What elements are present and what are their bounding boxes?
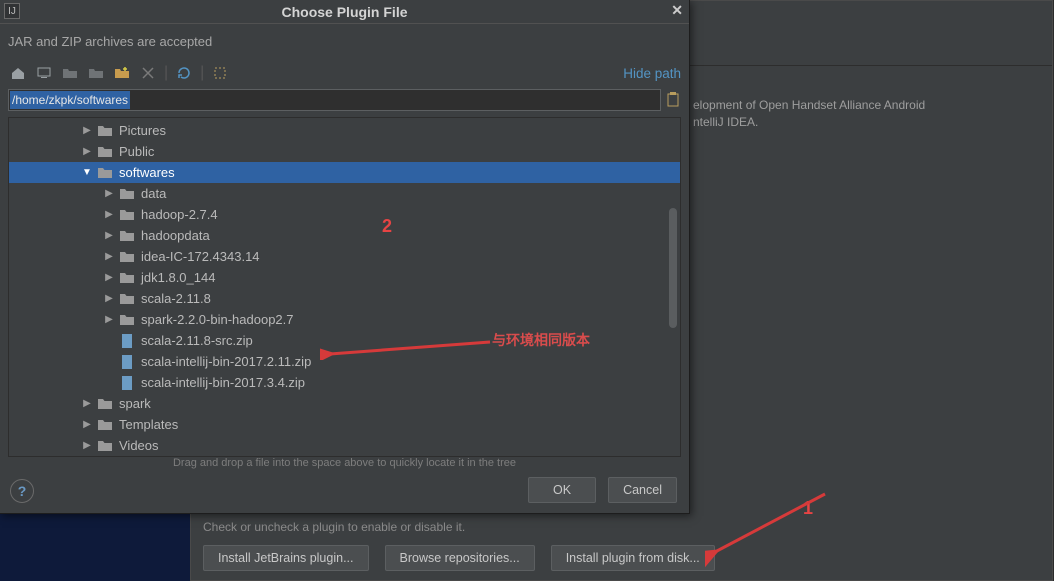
dialog-title-text: Choose Plugin File [281, 4, 407, 20]
tree-folder[interactable]: ▶ idea-IC-172.4343.14 [9, 246, 680, 267]
tree-folder[interactable]: ▼ softwares [9, 162, 680, 183]
folder-icon [119, 270, 135, 286]
app-icon: IJ [4, 3, 20, 19]
tree-folder[interactable]: ▶ Videos [9, 435, 680, 456]
path-input-value: /home/zkpk/softwares [10, 91, 130, 109]
choose-plugin-file-dialog: IJ Choose Plugin File ✕ JAR and ZIP arch… [0, 0, 690, 514]
module-icon[interactable] [86, 63, 106, 83]
tree-item-label: spark-2.2.0-bin-hadoop2.7 [141, 312, 294, 327]
new-folder-icon[interactable] [112, 63, 132, 83]
folder-icon [119, 312, 135, 328]
tree-item-label: Public [119, 144, 154, 159]
archive-icon [119, 375, 135, 391]
tree-item-label: Pictures [119, 123, 166, 138]
folder-icon [119, 249, 135, 265]
background-panel-bottom [0, 514, 190, 581]
chevron-right-icon[interactable]: ▶ [103, 209, 115, 220]
tree-folder[interactable]: ▶ Templates [9, 414, 680, 435]
chevron-right-icon[interactable]: ▶ [81, 146, 93, 157]
tree-scrollbar[interactable] [669, 208, 677, 328]
home-icon[interactable] [8, 63, 28, 83]
close-icon[interactable]: ✕ [671, 2, 683, 19]
tree-item-label: data [141, 186, 166, 201]
chevron-right-icon[interactable]: ▶ [103, 293, 115, 304]
folder-icon [97, 438, 113, 454]
chevron-right-icon[interactable]: ▶ [81, 419, 93, 430]
chevron-right-icon[interactable]: ▶ [81, 440, 93, 451]
tree-folder[interactable]: ▶ jdk1.8.0_144 [9, 267, 680, 288]
tree-folder[interactable]: ▶ data [9, 183, 680, 204]
settings-description: elopment of Open Handset Alliance Androi… [693, 97, 1032, 131]
chevron-right-icon[interactable]: ▶ [103, 230, 115, 241]
tree-item-label: Videos [119, 438, 159, 453]
tree-item-label: softwares [119, 165, 175, 180]
toolbar-separator: | [164, 64, 168, 82]
tree-item-label: hadoopdata [141, 228, 210, 243]
tree-folder[interactable]: ▶ spark-2.2.0-bin-hadoop2.7 [9, 309, 680, 330]
project-icon[interactable] [60, 63, 80, 83]
tree-item-label: Templates [119, 417, 178, 432]
tree-item-label: scala-2.11.8 [141, 291, 211, 306]
path-input[interactable]: /home/zkpk/softwares [8, 89, 661, 111]
tree-item-label: idea-IC-172.4343.14 [141, 249, 260, 264]
folder-icon [119, 228, 135, 244]
install-jetbrains-plugin-button[interactable]: Install JetBrains plugin... [203, 545, 369, 571]
tree-item-label: spark [119, 396, 151, 411]
folder-icon [119, 186, 135, 202]
tree-file[interactable]: scala-intellij-bin-2017.2.11.zip [9, 351, 680, 372]
chevron-down-icon[interactable]: ▼ [81, 167, 93, 178]
chevron-right-icon[interactable]: ▶ [81, 398, 93, 409]
folder-icon [97, 417, 113, 433]
install-plugin-from-disk-button[interactable]: Install plugin from disk... [551, 545, 715, 571]
tree-folder[interactable]: ▶ Pictures [9, 120, 680, 141]
folder-icon [97, 165, 113, 181]
chevron-right-icon[interactable]: ▶ [103, 272, 115, 283]
tree-item-label: scala-2.11.8-src.zip [141, 333, 253, 348]
chevron-right-icon[interactable]: ▶ [103, 251, 115, 262]
drag-hint-text: Drag and drop a file into the space abov… [0, 457, 689, 469]
tree-folder[interactable]: ▶ hadoop-2.7.4 [9, 204, 680, 225]
chevron-right-icon[interactable]: ▶ [81, 125, 93, 136]
file-tree[interactable]: ▶ Pictures ▶ Public ▼ softwares ▶ data ▶ hadoop-2… [8, 117, 681, 457]
cancel-button[interactable]: Cancel [608, 477, 677, 503]
archive-icon [119, 333, 135, 349]
tree-item-label: scala-intellij-bin-2017.2.11.zip [141, 354, 311, 369]
tree-item-label: jdk1.8.0_144 [141, 270, 215, 285]
folder-icon [97, 144, 113, 160]
desktop-icon[interactable] [34, 63, 54, 83]
chevron-right-icon[interactable]: ▶ [103, 314, 115, 325]
file-chooser-toolbar: | | Hide path [0, 63, 689, 89]
tree-folder[interactable]: ▶ hadoopdata [9, 225, 680, 246]
ok-button[interactable]: OK [528, 477, 596, 503]
help-button[interactable]: ? [10, 479, 34, 503]
folder-icon [119, 291, 135, 307]
dialog-titlebar[interactable]: IJ Choose Plugin File ✕ [0, 0, 689, 24]
chevron-right-icon[interactable]: ▶ [103, 188, 115, 199]
tree-folder[interactable]: ▶ spark [9, 393, 680, 414]
folder-icon [97, 123, 113, 139]
tree-folder[interactable]: ▶ scala-2.11.8 [9, 288, 680, 309]
tree-file[interactable]: scala-2.11.8-src.zip [9, 330, 680, 351]
hide-path-link[interactable]: Hide path [623, 66, 681, 81]
tree-file[interactable]: scala-intellij-bin-2017.3.4.zip [9, 372, 680, 393]
dialog-info-text: JAR and ZIP archives are accepted [0, 24, 689, 49]
tree-item-label: scala-intellij-bin-2017.3.4.zip [141, 375, 305, 390]
settings-hint: Check or uncheck a plugin to enable or d… [203, 520, 465, 534]
history-icon[interactable] [665, 90, 681, 110]
show-hidden-icon[interactable] [210, 63, 230, 83]
archive-icon [119, 354, 135, 370]
refresh-icon[interactable] [174, 63, 194, 83]
tree-folder[interactable]: ▶ Public [9, 141, 680, 162]
folder-icon [97, 396, 113, 412]
browse-repositories-button[interactable]: Browse repositories... [385, 545, 535, 571]
tree-item-label: hadoop-2.7.4 [141, 207, 218, 222]
folder-icon [119, 207, 135, 223]
delete-icon[interactable] [138, 63, 158, 83]
toolbar-separator-2: | [200, 64, 204, 82]
